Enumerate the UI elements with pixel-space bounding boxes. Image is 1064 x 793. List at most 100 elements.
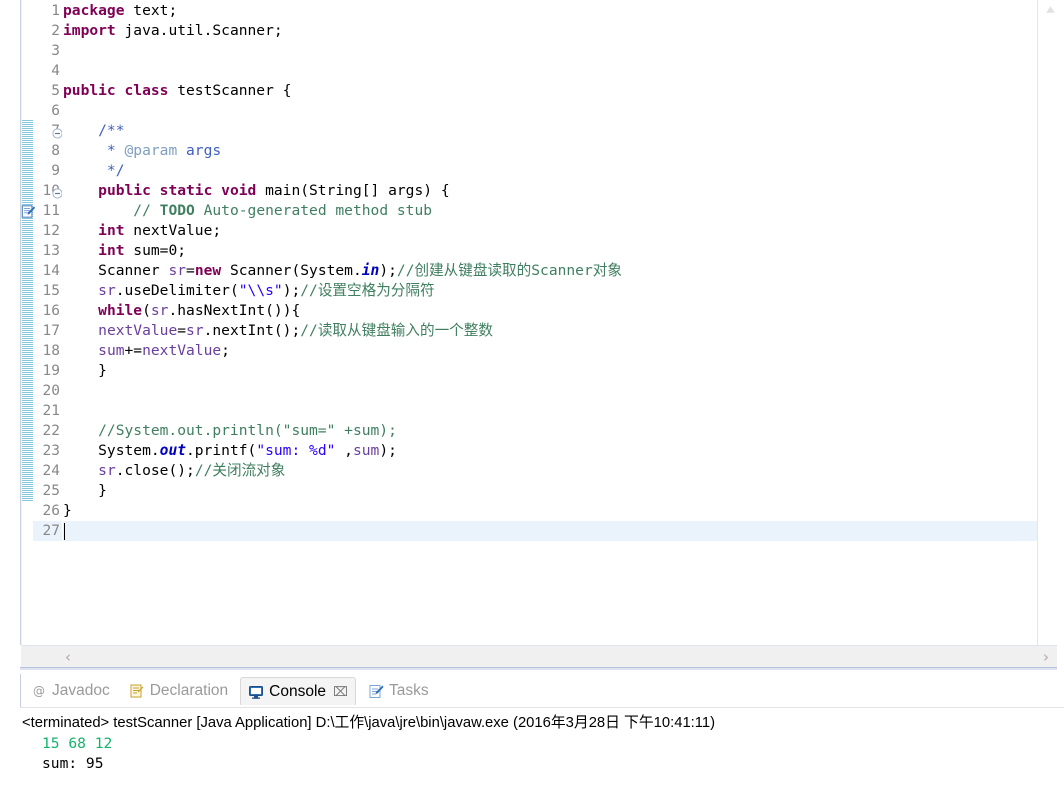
code-line[interactable]: Scanner sr=new Scanner(System.in);//创建从键…	[63, 261, 1036, 281]
code-token: nextValue;	[124, 222, 222, 239]
scroll-up-arrow[interactable]	[1045, 4, 1056, 17]
code-token: );	[379, 442, 397, 459]
code-line[interactable]: public static void main(String[] args) {	[63, 181, 1036, 201]
code-token: sum	[352, 442, 380, 459]
scroll-right-arrow[interactable]: ›	[1043, 648, 1049, 666]
code-token: sum=0;	[124, 242, 187, 259]
code-token: public class	[63, 82, 178, 99]
code-line[interactable]: /**	[63, 121, 1036, 141]
code-token: );	[282, 282, 301, 299]
code-folding-ruler[interactable]	[48, 0, 63, 645]
code-line[interactable]: }	[63, 501, 1036, 521]
code-token: //System.out.println("sum=" +sum);	[63, 422, 397, 439]
code-token: package	[63, 2, 134, 19]
code-line[interactable]	[63, 521, 1036, 541]
code-token: //	[63, 202, 160, 219]
code-line[interactable]: int sum=0;	[63, 241, 1036, 261]
code-token: /**	[63, 122, 125, 139]
code-token: }	[63, 502, 72, 519]
tab-declaration[interactable]: Declaration	[122, 677, 235, 705]
bottom-view-tabbar: @ Javadoc Declaration Console ⌧ Tasks	[20, 674, 1064, 707]
code-token: );	[379, 262, 397, 279]
code-text-area[interactable]: package text; import java.util.Scanner; p…	[63, 0, 1036, 645]
java-editor-pane[interactable]: 1234567891011121314151617181920212223242…	[0, 0, 1064, 672]
tab-tasks[interactable]: Tasks	[361, 677, 436, 705]
code-line[interactable]	[63, 381, 1036, 401]
code-line[interactable]	[63, 41, 1036, 61]
code-token: +=	[124, 342, 143, 359]
tasks-icon	[368, 683, 384, 699]
code-token: new	[194, 262, 222, 279]
code-token: testScanner {	[177, 82, 292, 99]
code-token: }	[63, 362, 107, 379]
tab-javadoc[interactable]: @ Javadoc	[24, 677, 117, 705]
annotation-change-bar[interactable]	[22, 0, 33, 645]
code-token: *	[63, 142, 125, 159]
code-line[interactable]: // TODO Auto-generated method stub	[63, 201, 1036, 221]
code-token: sum	[98, 342, 125, 359]
code-line[interactable]: sr.useDelimiter("\\s");//设置空格为分隔符	[63, 281, 1036, 301]
code-token: out	[159, 442, 187, 459]
code-token: =	[177, 322, 187, 339]
editor-horizontal-scrollbar[interactable]: ‹ ›	[21, 645, 1057, 668]
code-line[interactable]: }	[63, 481, 1036, 501]
code-line[interactable]: package text;	[63, 1, 1036, 21]
code-line[interactable]	[63, 101, 1036, 121]
code-token: Scanner(System.	[221, 262, 362, 279]
code-line[interactable]: while(sr.hasNextInt()){	[63, 301, 1036, 321]
code-token: args	[177, 142, 222, 159]
code-line[interactable]: public class testScanner {	[63, 81, 1036, 101]
declaration-icon	[129, 683, 145, 699]
tab-label: Tasks	[389, 682, 429, 699]
code-line[interactable]: //System.out.println("sum=" +sum);	[63, 421, 1036, 441]
code-token: sr	[168, 262, 187, 279]
svg-text:@: @	[33, 684, 45, 698]
code-token: text;	[133, 2, 178, 19]
code-line[interactable]: }	[63, 361, 1036, 381]
code-line[interactable]: System.out.printf("sum: %d" ,sum);	[63, 441, 1036, 461]
code-token: main(String[] args) {	[265, 182, 450, 199]
code-token: .hasNextInt()){	[168, 302, 301, 319]
code-line[interactable]: sr.close();//关闭流对象	[63, 461, 1036, 481]
change-bar-stripe	[22, 120, 33, 501]
code-token: java.util.Scanner;	[124, 22, 283, 39]
code-line[interactable]: import java.util.Scanner;	[63, 21, 1036, 41]
code-token: nextValue	[98, 322, 178, 339]
code-line[interactable]	[63, 401, 1036, 421]
tab-label: Console	[269, 682, 327, 700]
code-token: "\\s"	[238, 282, 283, 299]
code-token: .useDelimiter(	[115, 282, 239, 299]
close-icon[interactable]: ⌧	[333, 684, 348, 700]
code-line[interactable]: sum+=nextValue;	[63, 341, 1036, 361]
code-token: sr	[98, 282, 116, 299]
code-token: public static void	[98, 182, 266, 199]
code-token: .close();	[115, 462, 195, 479]
javadoc-icon: @	[31, 683, 47, 699]
editor-vertical-scrollbar[interactable]	[1037, 0, 1064, 645]
code-token: //设置空格为分隔符	[300, 282, 435, 299]
bottom-view-pane: @ Javadoc Declaration Console ⌧ Tasks <termin…	[0, 674, 1064, 793]
console-view[interactable]: <terminated> testScanner [Java Applicati…	[20, 707, 1064, 793]
scroll-left-arrow[interactable]: ‹	[65, 648, 71, 666]
code-token: (	[142, 302, 151, 319]
code-token: int	[98, 242, 125, 259]
code-token: nextValue	[142, 342, 222, 359]
tab-console[interactable]: Console ⌧	[240, 677, 356, 705]
code-token: .nextInt();	[203, 322, 301, 339]
code-line[interactable]: nextValue=sr.nextInt();//读取从键盘输入的一个整数	[63, 321, 1036, 341]
code-token: TODO	[159, 202, 195, 219]
code-line[interactable]	[63, 61, 1036, 81]
code-token: .printf(	[186, 442, 257, 459]
code-line[interactable]: * @param args	[63, 141, 1036, 161]
code-token: */	[63, 162, 125, 179]
code-line[interactable]: */	[63, 161, 1036, 181]
code-line[interactable]: int nextValue;	[63, 221, 1036, 241]
console-icon	[248, 684, 264, 700]
